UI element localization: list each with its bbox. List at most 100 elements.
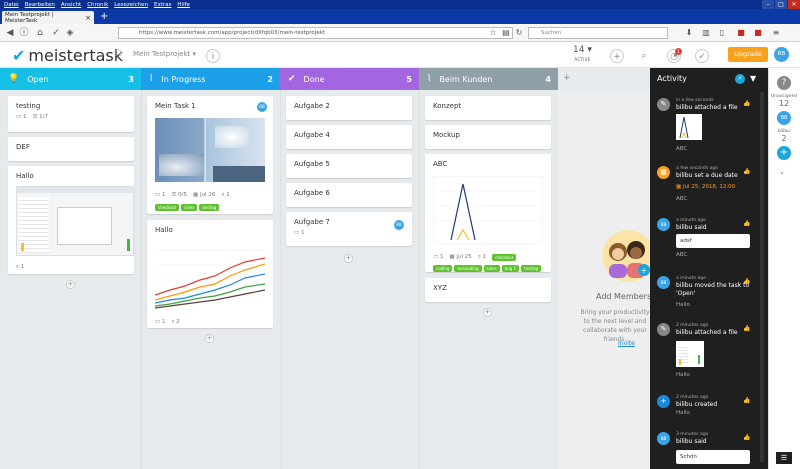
task-card[interactable]: DEF <box>8 137 134 161</box>
url-bar[interactable]: https://www.meistertask.com/app/project/… <box>118 27 513 39</box>
like-icon[interactable]: 👍 <box>743 325 750 332</box>
tag[interactable]: checkout <box>492 254 517 261</box>
task-card[interactable]: Mein Task 1 BB ▭ 1 ☰ 0/5 ▦ Jul 26 ⌕ 1 ch… <box>147 96 273 214</box>
addon-icon[interactable]: ■ <box>735 27 747 39</box>
close-tab-icon[interactable]: × <box>85 14 91 22</box>
browser-tab[interactable]: Mein Testprojekt | MeisterTask × <box>2 11 94 24</box>
menu-bookmarks[interactable]: Lesezeichen <box>114 2 148 8</box>
menu-tools[interactable]: Extras <box>154 2 171 8</box>
tag[interactable]: coding <box>433 265 453 272</box>
task-card[interactable]: ABC ▭ 1 ▦ Jul 25 ⌕ 1 checkout coding eva… <box>425 154 551 272</box>
add-task-button[interactable]: + <box>66 280 75 289</box>
column-header-open[interactable]: 💡 Open 3 <box>0 68 141 90</box>
column-header-beim-kunden[interactable]: ⌇ Beim Kunden 4 <box>419 68 558 90</box>
pulse-icon: ⌇ <box>149 74 154 84</box>
member-avatar[interactable]: BB <box>777 111 791 125</box>
home-icon[interactable]: ⌂ <box>34 27 46 39</box>
reader-icon[interactable]: ▤ <box>500 27 512 39</box>
help-icon[interactable]: ? <box>777 76 791 90</box>
column-header-done[interactable]: ✔ Done 5 <box>280 68 419 90</box>
hamburger-menu-icon[interactable]: ≡ <box>770 27 782 39</box>
close-window-button[interactable]: ✕ <box>788 0 800 9</box>
tag[interactable]: testing <box>521 265 542 272</box>
task-card[interactable]: Aufgabe 5 <box>286 154 412 178</box>
add-task-button[interactable]: + <box>344 254 353 263</box>
task-card[interactable]: Aufgabe 6 <box>286 183 412 207</box>
sync-icon[interactable]: ✓ <box>50 27 62 39</box>
reload-icon[interactable]: ↻ <box>513 27 525 39</box>
column-header-in-progress[interactable]: ⌇ In Progress 2 <box>141 68 280 90</box>
library-icon[interactable]: ▥ <box>700 27 712 39</box>
activity-task[interactable]: ABC <box>676 252 687 258</box>
assignee-avatar[interactable]: BB <box>257 102 267 112</box>
user-avatar[interactable]: BB <box>774 47 789 62</box>
like-icon[interactable]: 👍 <box>743 100 750 107</box>
task-card[interactable]: Mockup <box>425 125 551 149</box>
focus-icon[interactable]: ✓ <box>695 49 709 63</box>
add-task-icon[interactable]: + <box>610 49 624 63</box>
download-icon[interactable]: ⬇ <box>683 27 695 39</box>
menu-file[interactable]: Datei <box>4 2 19 8</box>
search-input[interactable]: Suchen <box>528 27 668 39</box>
active-count[interactable]: 14 ▾ ACTIVE <box>573 46 592 64</box>
project-info-icon[interactable]: i <box>206 49 220 63</box>
like-icon[interactable]: 👍 <box>743 434 750 441</box>
minimize-button[interactable]: – <box>762 0 774 9</box>
task-card[interactable]: testing ▭ 1 ☰ 1/7 <box>8 96 134 132</box>
search-icon[interactable]: ⌕ <box>637 49 651 63</box>
maximize-button[interactable]: □ <box>775 0 787 9</box>
chevron-down-icon[interactable]: ⌄ <box>779 168 785 176</box>
menu-help[interactable]: Hilfe <box>177 2 190 8</box>
activity-task[interactable]: ABC <box>676 196 687 202</box>
like-icon[interactable]: 👍 <box>743 168 750 175</box>
logo[interactable]: ✔ meistertask <box>12 46 123 65</box>
tag[interactable]: sales <box>483 265 500 272</box>
menu-view[interactable]: Ansicht <box>61 2 81 8</box>
task-card[interactable]: Aufgabe 4 <box>286 125 412 149</box>
task-card[interactable]: Hallo ▭ 1 ⌕ 2 <box>147 220 273 328</box>
pulse-icon: ⌇ <box>427 74 432 84</box>
activity-type-icon[interactable]: ⚡ <box>735 74 745 84</box>
activity-task[interactable]: Hallo <box>676 302 690 308</box>
back-icon[interactable]: ◀ <box>4 27 16 39</box>
tag[interactable]: bug 1 <box>501 265 520 272</box>
tag[interactable]: sales <box>181 204 198 211</box>
project-selector[interactable]: Mein Testprojekt ▾ <box>133 50 196 58</box>
tag[interactable]: evaluating <box>454 265 482 272</box>
info-icon[interactable]: ⓘ <box>18 27 30 39</box>
like-icon[interactable]: 👍 <box>743 278 750 285</box>
like-icon[interactable]: 👍 <box>743 220 750 227</box>
sidebar-icon[interactable]: ▯ <box>716 27 728 39</box>
menu-history[interactable]: Chronik <box>87 2 108 8</box>
addon-2-icon[interactable]: ■ <box>752 27 764 39</box>
filter-icon[interactable]: ▼ <box>750 74 756 83</box>
new-tab-button[interactable]: + <box>100 11 108 23</box>
task-card[interactable]: Aufgabe 2 <box>286 96 412 120</box>
activity-task[interactable]: ABC <box>676 146 687 152</box>
like-icon[interactable]: 👍 <box>743 397 750 404</box>
attachment-count: 1 <box>226 192 230 198</box>
add-task-button[interactable]: + <box>205 334 214 343</box>
menu-edit[interactable]: Bearbeiten <box>25 2 55 8</box>
task-card[interactable]: Hallo ⌕ 1 <box>8 166 135 274</box>
member-count: 2 <box>781 134 787 143</box>
invite-link[interactable]: Invite <box>618 340 635 347</box>
tag[interactable]: testing <box>199 204 220 211</box>
activity-item: BB a minute ago bilibu moved the task to… <box>657 276 765 316</box>
bookmark-star-icon[interactable]: ☆ <box>487 27 499 39</box>
add-member-button[interactable]: + <box>777 146 791 160</box>
add-task-button[interactable]: + <box>483 308 492 317</box>
comment-count: 1 <box>300 230 305 236</box>
add-column-button[interactable]: + <box>563 73 571 83</box>
activity-text: bilibu attached a file <box>676 104 738 111</box>
task-card[interactable]: XYZ <box>425 278 551 302</box>
upgrade-button[interactable]: Upgrade <box>728 47 768 62</box>
assignee-avatar[interactable]: BB <box>394 220 404 230</box>
extension-icon[interactable]: ◈ <box>64 27 76 39</box>
task-card[interactable]: Aufgabe 7 BB ▭ 1 <box>286 212 412 246</box>
collapse-panel-icon[interactable]: ☰ <box>776 452 792 464</box>
tag[interactable]: checkout <box>155 204 180 211</box>
activity-task[interactable]: Hallo <box>676 372 690 378</box>
task-card[interactable]: Konzept <box>425 96 551 120</box>
activity-task[interactable]: Hallo <box>676 410 690 416</box>
